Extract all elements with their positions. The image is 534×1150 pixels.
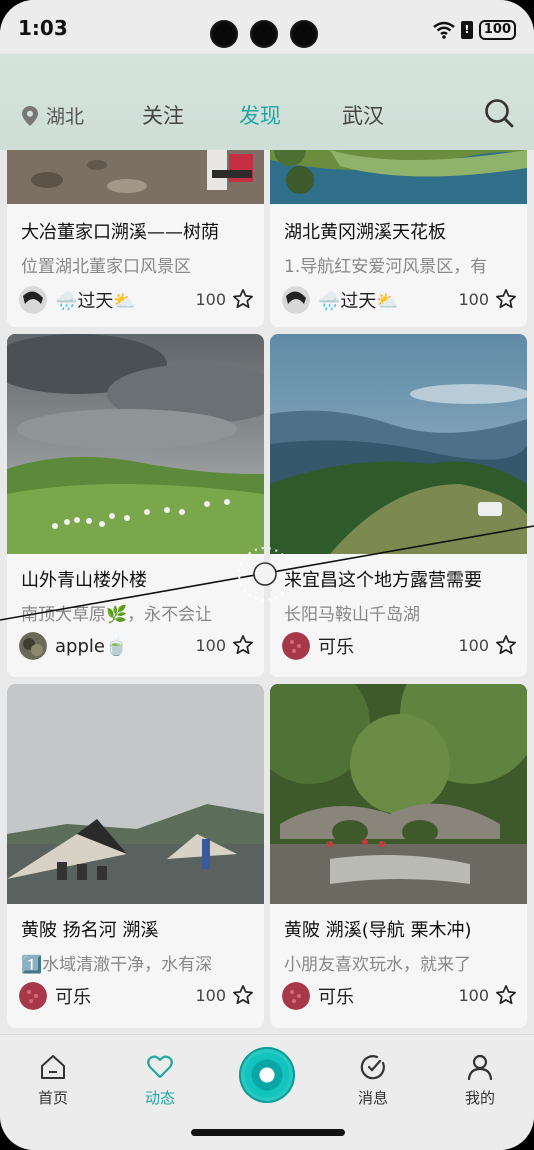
battery-indicator: 100	[478, 20, 516, 40]
star-icon	[233, 289, 253, 309]
post-card[interactable]: 湖北黄冈溯溪天花板 1.导航红安爱河风景区，有 🌧️过天⛅ 100	[270, 150, 527, 327]
post-title: 湖北黄冈溯溪天花板	[284, 222, 446, 243]
wifi-icon	[433, 21, 455, 39]
post-card[interactable]: 大冶董家口溯溪——树荫 位置湖北董家口风景区 🌧️过天⛅ 100	[7, 150, 264, 327]
app-screen: 1:03 ! 100 湖北 关注 发现 武汉 大冶董家口溯溪——树荫 位置湖北董…	[0, 0, 534, 1150]
avatar	[19, 632, 47, 660]
avatar	[282, 982, 310, 1010]
avatar	[19, 982, 47, 1010]
status-bar: 1:03 ! 100	[0, 0, 534, 54]
nav-messages-label: 消息	[357, 1089, 388, 1107]
camera-cutout	[210, 20, 318, 48]
tab-discover[interactable]: 发现	[239, 100, 281, 130]
post-desc: 长阳马鞍山千岛湖	[284, 605, 420, 625]
post-image	[7, 150, 264, 204]
post-image	[7, 684, 264, 904]
like-button[interactable]: 100	[195, 288, 254, 310]
post-title: 大冶董家口溯溪——树荫	[21, 222, 219, 243]
author-name: 可乐	[55, 987, 91, 1008]
message-icon	[360, 1055, 385, 1080]
author-name: apple🍵	[55, 635, 128, 657]
location-label: 湖北	[46, 106, 85, 128]
star-icon	[496, 289, 516, 309]
like-button[interactable]: 100	[195, 984, 254, 1006]
like-count: 100	[195, 635, 226, 655]
tab-follow[interactable]: 关注	[142, 100, 184, 130]
nav-home-label: 首页	[37, 1089, 68, 1107]
search-icon[interactable]	[484, 98, 514, 128]
tab-wuhan[interactable]: 武汉	[342, 100, 384, 130]
top-header: 湖北 关注 发现 武汉	[0, 54, 534, 150]
star-icon	[496, 635, 516, 655]
post-desc: 1️⃣水域清澈干净，水有深	[21, 955, 213, 975]
home-icon	[41, 1055, 65, 1079]
avatar	[19, 286, 47, 314]
post-author[interactable]: 🌧️过天⛅	[282, 286, 399, 314]
bottom-nav: 首页 动态 消息 我的	[0, 1034, 534, 1150]
heart-icon	[147, 1055, 173, 1079]
author-name: 🌧️过天⛅	[55, 291, 136, 312]
post-title: 来宜昌这个地方露营需要	[284, 570, 482, 591]
post-image	[270, 150, 527, 204]
alert-icon: !	[460, 21, 473, 39]
post-image	[270, 684, 527, 904]
post-image	[7, 334, 264, 554]
status-time: 1:03	[18, 16, 68, 40]
post-title: 黄陂 溯溪(导航 栗木冲)	[284, 920, 472, 941]
post-author[interactable]: 可乐	[282, 632, 354, 660]
like-count: 100	[458, 985, 489, 1005]
nav-mine-label: 我的	[464, 1089, 495, 1107]
author-name: 可乐	[318, 637, 354, 658]
like-count: 100	[458, 635, 489, 655]
nav-feed-label: 动态	[144, 1089, 175, 1107]
nav-messages[interactable]: 消息	[333, 1053, 413, 1108]
post-card[interactable]: 来宜昌这个地方露营需要 长阳马鞍山千岛湖 可乐 100	[270, 334, 527, 677]
post-card[interactable]: 黄陂 扬名河 溯溪 1️⃣水域清澈干净，水有深 可乐 100	[7, 684, 264, 1028]
status-icons: ! 100	[433, 20, 516, 40]
like-button[interactable]: 100	[458, 288, 517, 310]
avatar	[282, 286, 310, 314]
post-title: 黄陂 扬名河 溯溪	[21, 920, 159, 941]
like-count: 100	[195, 985, 226, 1005]
like-button[interactable]: 100	[458, 984, 517, 1006]
post-desc: 南顶大草原🌿，永不会让	[21, 605, 213, 625]
like-count: 100	[195, 289, 226, 309]
post-feed: 大冶董家口溯溪——树荫 位置湖北董家口风景区 🌧️过天⛅ 100 湖北黄冈溯溪天…	[0, 150, 534, 1032]
post-desc: 位置湖北董家口风景区	[21, 257, 191, 277]
post-title: 山外青山楼外楼	[21, 570, 147, 591]
post-author[interactable]: apple🍵	[19, 632, 127, 660]
nav-home[interactable]: 首页	[13, 1053, 93, 1108]
author-name: 🌧️过天⛅	[318, 291, 399, 312]
post-author[interactable]: 可乐	[282, 982, 354, 1010]
author-name: 可乐	[318, 987, 354, 1008]
create-post-button[interactable]	[239, 1047, 295, 1103]
like-button[interactable]: 100	[195, 634, 254, 656]
post-image	[270, 334, 527, 554]
nav-feed[interactable]: 动态	[120, 1053, 200, 1108]
post-desc: 小朋友喜欢玩水，就来了	[284, 955, 471, 975]
location-selector[interactable]: 湖北	[22, 102, 84, 129]
like-count: 100	[458, 289, 489, 309]
nav-mine[interactable]: 我的	[440, 1053, 520, 1108]
post-card[interactable]: 山外青山楼外楼 南顶大草原🌿，永不会让 apple🍵 100	[7, 334, 264, 677]
post-author[interactable]: 可乐	[19, 982, 91, 1010]
post-desc: 1.导航红安爱河风景区，有	[284, 257, 488, 277]
home-indicator	[191, 1129, 345, 1136]
post-card[interactable]: 黄陂 溯溪(导航 栗木冲) 小朋友喜欢玩水，就来了 可乐 100	[270, 684, 527, 1028]
star-icon	[233, 985, 253, 1005]
post-author[interactable]: 🌧️过天⛅	[19, 286, 136, 314]
location-pin-icon	[22, 105, 38, 126]
star-icon	[496, 985, 516, 1005]
like-button[interactable]: 100	[458, 634, 517, 656]
star-icon	[233, 635, 253, 655]
avatar	[282, 632, 310, 660]
user-icon	[467, 1054, 493, 1081]
